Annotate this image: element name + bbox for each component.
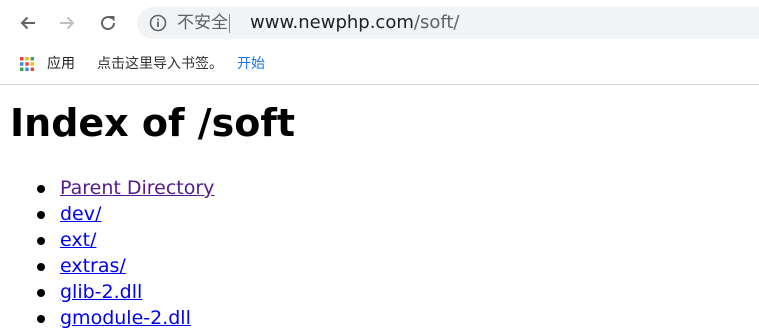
browser-toolbar: 不安全 www.newphp.com/soft/ <box>0 0 759 46</box>
security-status-label: 不安全 <box>177 13 228 33</box>
arrow-left-icon <box>20 16 35 30</box>
import-bookmarks-hint: 点击这里导入书签。 <box>97 56 223 72</box>
bullet-icon <box>37 185 45 193</box>
file-link[interactable]: extras/ <box>60 254 126 278</box>
address-bar[interactable]: 不安全 www.newphp.com/soft/ <box>137 7 759 39</box>
parent-directory-link[interactable]: Parent Directory <box>60 176 214 200</box>
back-button[interactable] <box>13 8 43 38</box>
file-link[interactable]: ext/ <box>60 228 96 252</box>
bullet-icon <box>37 263 45 271</box>
reload-button[interactable] <box>93 8 123 38</box>
page-content: Index of /soft Parent Directory dev/ ext… <box>0 85 759 330</box>
bullet-icon <box>37 315 45 323</box>
bullet-icon <box>37 237 45 245</box>
import-bookmarks-start-link[interactable]: 开始 <box>237 55 265 73</box>
url-text[interactable]: www.newphp.com/soft/ <box>250 12 459 34</box>
file-link[interactable]: dev/ <box>60 202 101 226</box>
arrow-right-icon <box>60 16 75 30</box>
page-title: Index of /soft <box>10 101 296 145</box>
forward-button[interactable] <box>52 8 82 38</box>
bullet-icon <box>37 289 45 297</box>
apps-grid-icon[interactable] <box>20 57 34 71</box>
address-separator <box>229 14 230 33</box>
file-link[interactable]: glib-2.dll <box>60 280 142 304</box>
apps-shortcut-label[interactable]: 应用 <box>47 55 75 73</box>
file-link[interactable]: gmodule-2.dll <box>60 306 191 330</box>
info-icon[interactable] <box>149 14 167 32</box>
url-host: www.newphp.com <box>250 12 414 33</box>
bullet-icon <box>37 211 45 219</box>
reload-icon <box>101 16 116 31</box>
url-path: /soft/ <box>413 12 460 33</box>
